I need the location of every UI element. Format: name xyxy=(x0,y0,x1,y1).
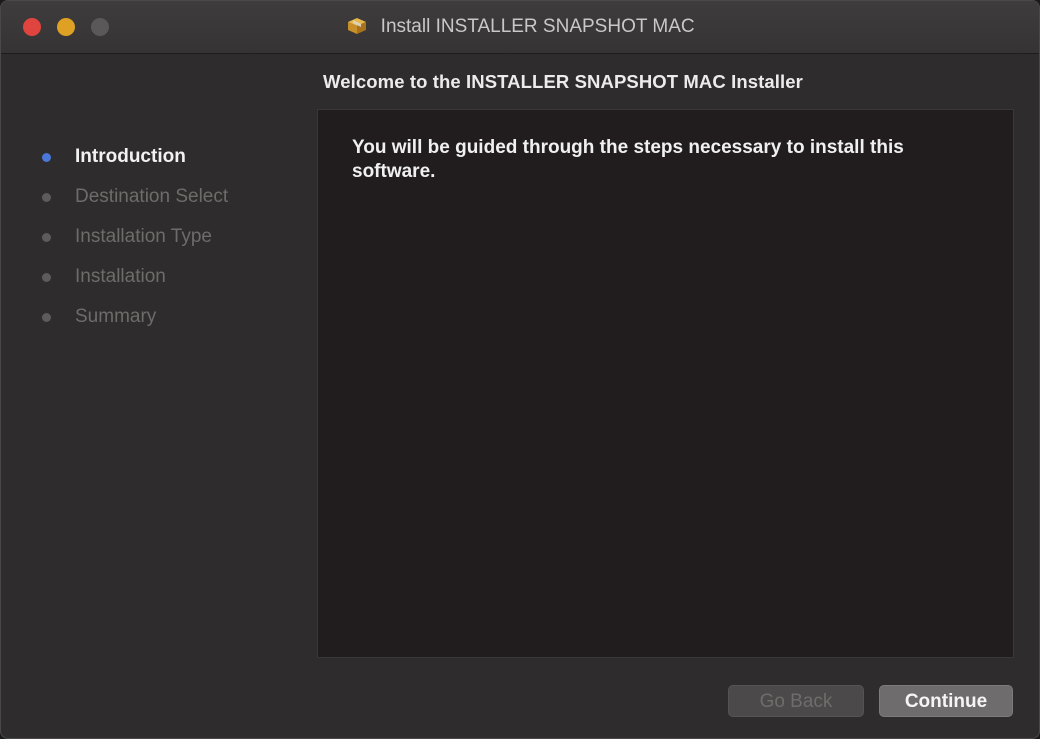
step-indicator-dot xyxy=(42,273,51,282)
step-installation: Installation xyxy=(31,259,291,299)
introduction-text: You will be guided through the steps nec… xyxy=(352,137,904,182)
content-panel: You will be guided through the steps nec… xyxy=(317,109,1014,658)
step-indicator-dot xyxy=(42,233,51,242)
step-label: Destination Select xyxy=(75,186,229,207)
step-indicator-dot xyxy=(42,153,51,162)
step-indicator-dot xyxy=(42,193,51,202)
step-installation-type: Installation Type xyxy=(31,219,291,259)
step-destination-select: Destination Select xyxy=(31,179,291,219)
package-icon xyxy=(345,15,369,35)
window-title: Install INSTALLER SNAPSHOT MAC xyxy=(380,16,695,37)
step-label: Summary xyxy=(75,306,157,327)
page-title: Welcome to the INSTALLER SNAPSHOT MAC In… xyxy=(323,71,803,92)
installer-steps-sidebar: Introduction Destination Select Installa… xyxy=(31,139,291,339)
step-introduction: Introduction xyxy=(31,139,291,179)
step-summary: Summary xyxy=(31,299,291,339)
title-bar[interactable]: Install INSTALLER SNAPSHOT MAC xyxy=(1,1,1039,54)
window-title-area: Install INSTALLER SNAPSHOT MAC xyxy=(1,14,1039,40)
step-indicator-dot xyxy=(42,313,51,322)
step-label: Introduction xyxy=(75,146,186,167)
installer-window: Install INSTALLER SNAPSHOT MAC Welcome t… xyxy=(0,0,1040,739)
go-back-button[interactable]: Go Back xyxy=(728,685,864,717)
step-label: Installation Type xyxy=(75,226,212,247)
step-label: Installation xyxy=(75,266,166,287)
continue-button[interactable]: Continue xyxy=(879,685,1013,717)
